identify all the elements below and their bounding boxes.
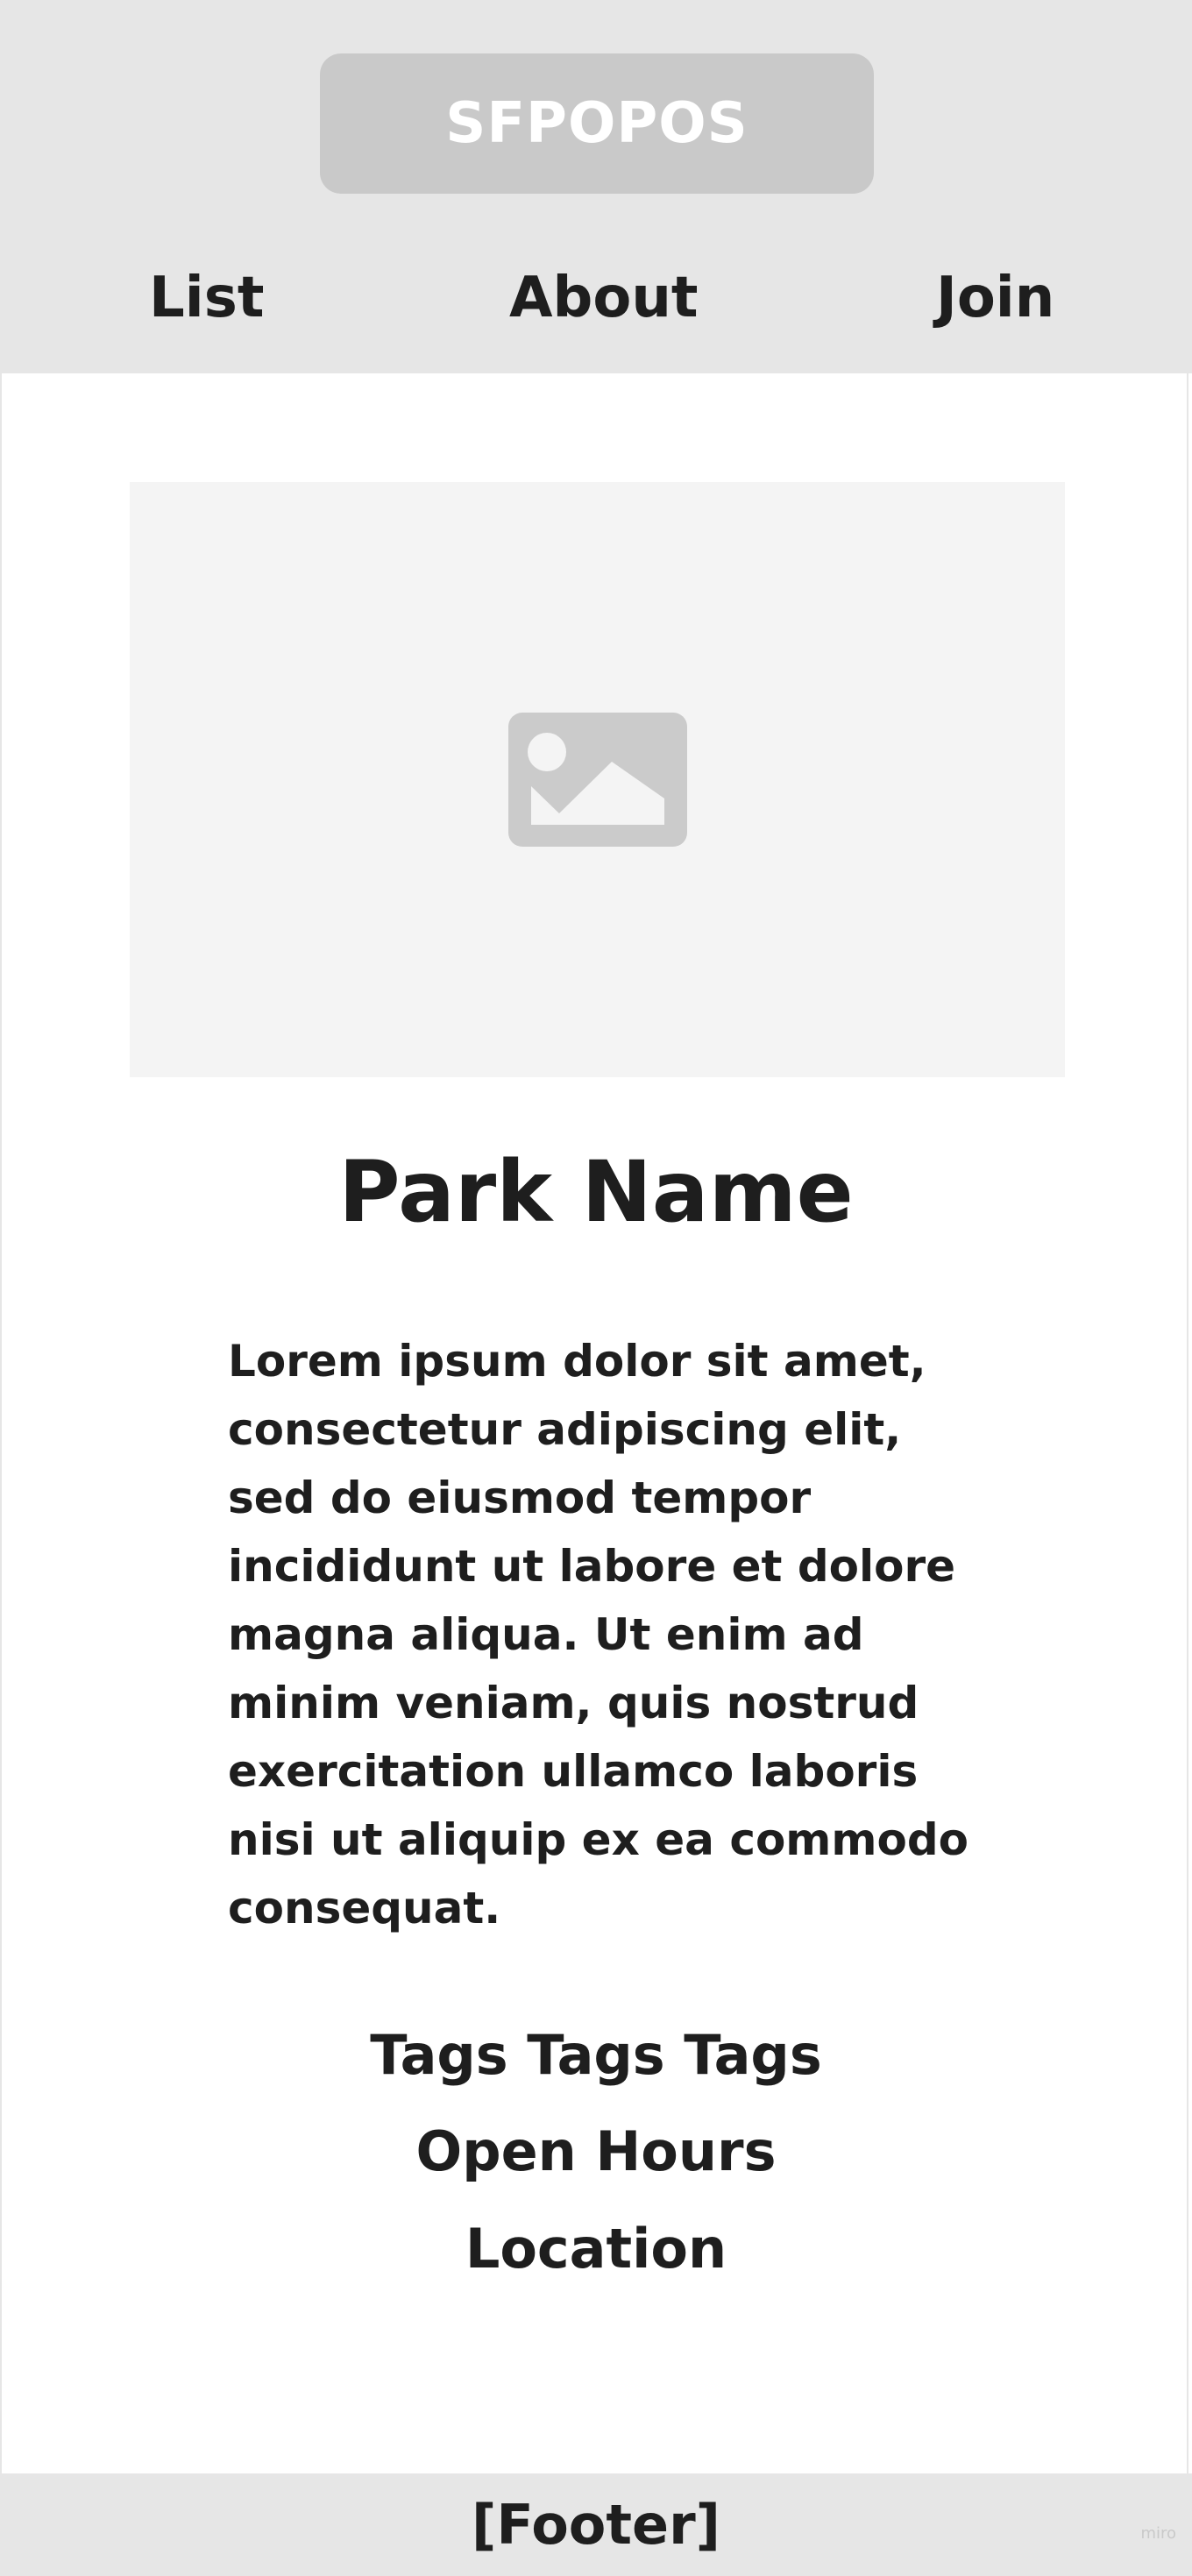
park-location: Location: [465, 2217, 727, 2281]
logo-button[interactable]: SFPOPOS: [320, 53, 874, 194]
miro-watermark: miro: [1140, 2524, 1176, 2543]
nav-link-about[interactable]: About: [509, 263, 698, 333]
logo-label: SFPOPOS: [445, 91, 749, 156]
nav-link-join[interactable]: Join: [936, 263, 1054, 333]
park-tags: Tags Tags Tags: [370, 2023, 822, 2087]
park-name-title: Park Name: [338, 1143, 854, 1241]
site-footer: [Footer]: [0, 2473, 1192, 2576]
park-image-placeholder: [130, 482, 1065, 1077]
park-description: Lorem ipsum dolor sit amet, consectetur …: [228, 1336, 968, 1934]
park-open-hours: Open Hours: [415, 2119, 777, 2183]
footer-label: [Footer]: [472, 2493, 720, 2557]
image-icon: [508, 713, 687, 847]
site-header: SFPOPOS List About Join: [0, 0, 1192, 373]
nav-link-list[interactable]: List: [149, 263, 264, 333]
